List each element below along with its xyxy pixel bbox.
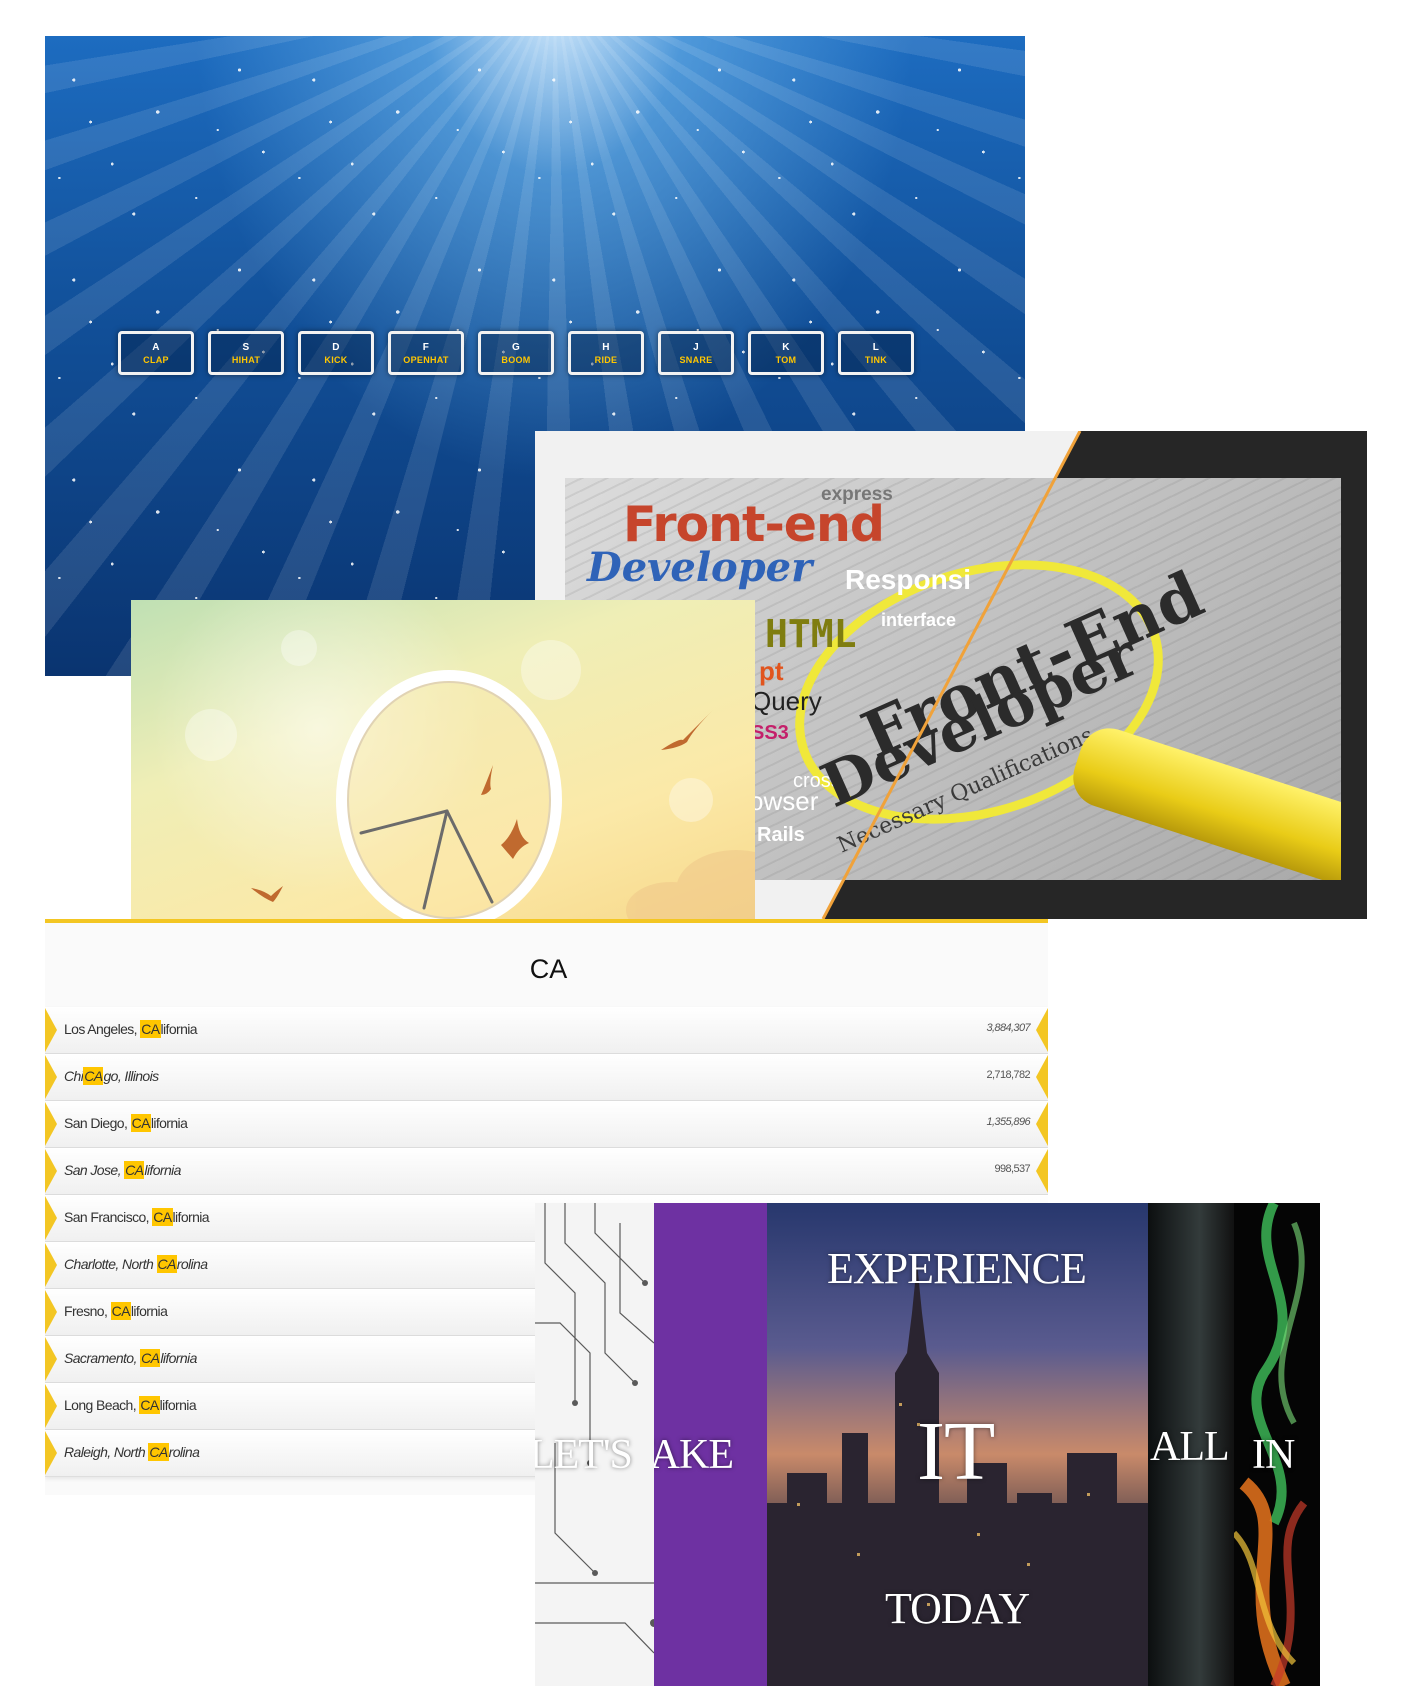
left-fold — [45, 1149, 57, 1193]
right-fold — [1036, 1102, 1048, 1146]
right-fold — [1036, 1149, 1048, 1193]
match-highlight: CA — [140, 1020, 161, 1038]
tree-silhouettes — [626, 850, 755, 922]
panel-word-today: TODAY — [885, 1584, 1030, 1633]
city-name: San Jose, CAlifornia — [64, 1161, 181, 1179]
left-fold — [45, 1337, 57, 1381]
sound-label: BOOM — [501, 354, 531, 365]
population: 1,355,896 — [986, 1116, 1030, 1128]
match-highlight: CA — [130, 1114, 151, 1132]
key-letter: J — [693, 341, 699, 353]
suggestion-item[interactable]: Los Angeles, CAlifornia 3,884,307 — [45, 1007, 1048, 1054]
key-letter: D — [332, 341, 340, 353]
panel-word-experience: EXPERIENCE — [827, 1244, 1087, 1293]
key-letter: K — [782, 341, 790, 353]
right-fold — [1036, 1055, 1048, 1099]
drum-key-kick[interactable]: D KICK — [298, 331, 374, 375]
sound-label: HIHAT — [231, 354, 261, 365]
city-name: Raleigh, North CArolina — [64, 1443, 200, 1461]
key-letter: G — [511, 341, 521, 353]
bird — [251, 886, 283, 902]
drum-key-clap[interactable]: A CLAP — [118, 331, 194, 375]
clock-face — [336, 670, 562, 922]
panel-word-lets: LET'S — [535, 1432, 633, 1478]
panel-smoke[interactable]: IN — [1234, 1203, 1320, 1686]
sound-label: TOM — [775, 354, 797, 365]
key-letter: F — [422, 341, 430, 353]
match-highlight: CA — [110, 1302, 131, 1320]
key-letter: L — [872, 341, 880, 353]
match-highlight: CA — [140, 1349, 161, 1367]
population: 3,884,307 — [986, 1022, 1030, 1034]
match-highlight: CA — [83, 1067, 104, 1085]
drum-key-hihat[interactable]: S HIHAT — [208, 331, 284, 375]
panel-city[interactable]: EXPERIENCE IT TODAY — [767, 1203, 1148, 1686]
panel-word-all: ALL — [1150, 1424, 1230, 1470]
city-name: Sacramento, CAlifornia — [64, 1349, 197, 1367]
suggestion-item[interactable]: San Jose, CAlifornia 998,537 — [45, 1148, 1048, 1195]
population: 2,718,782 — [986, 1069, 1030, 1081]
clock-panel — [131, 600, 755, 922]
search-input[interactable] — [45, 945, 1048, 993]
left-fold — [45, 1196, 57, 1240]
sound-label: TINK — [864, 354, 888, 365]
population: 998,537 — [994, 1163, 1030, 1175]
left-fold — [45, 1431, 57, 1475]
left-fold — [45, 1384, 57, 1428]
panel-word-it: IT — [917, 1405, 995, 1498]
panel-word-stake: STAKE — [654, 1432, 734, 1478]
drum-key-openhat[interactable]: F OPENHAT — [388, 331, 464, 375]
bird — [661, 710, 713, 750]
match-highlight: CA — [148, 1443, 169, 1461]
match-highlight: CA — [156, 1255, 177, 1273]
sound-label: OPENHAT — [403, 354, 449, 365]
panel-circuit[interactable]: LET'S — [535, 1203, 654, 1686]
drum-key-snare[interactable]: J SNARE — [658, 331, 734, 375]
key-letter: A — [152, 341, 160, 353]
drum-keys: A CLAP S HIHAT D KICK F OPENHAT G BOOM H… — [118, 331, 914, 375]
left-fold — [45, 1008, 57, 1052]
city-name: ChiCAgo, Illinois — [64, 1067, 159, 1085]
panel-dark[interactable]: ALL — [1148, 1203, 1234, 1686]
drum-key-tink[interactable]: L TINK — [838, 331, 914, 375]
sound-label: RIDE — [594, 354, 618, 365]
suggestion-item[interactable]: San Diego, CAlifornia 1,355,896 — [45, 1101, 1048, 1148]
flex-panels-gallery: LET'S STAKE EXPERIENCE IT TODAY — [535, 1203, 1320, 1686]
sound-label: SNARE — [679, 354, 713, 365]
left-fold — [45, 1243, 57, 1287]
sound-label: KICK — [324, 354, 348, 365]
drum-key-boom[interactable]: G BOOM — [478, 331, 554, 375]
match-highlight: CA — [124, 1161, 145, 1179]
city-name: San Francisco, CAlifornia — [64, 1208, 210, 1226]
clock-scene — [185, 630, 755, 922]
left-fold — [45, 1055, 57, 1099]
key-letter: H — [602, 341, 610, 353]
suggestion-item[interactable]: ChiCAgo, Illinois 2,718,782 — [45, 1054, 1048, 1101]
city-name: Fresno, CAlifornia — [64, 1302, 168, 1320]
right-fold — [1036, 1008, 1048, 1052]
match-highlight: CA — [139, 1396, 160, 1414]
panel-purple[interactable]: STAKE — [654, 1203, 767, 1686]
left-fold — [45, 1290, 57, 1334]
panel-word-in: IN — [1252, 1432, 1295, 1478]
city-name: Los Angeles, CAlifornia — [64, 1020, 198, 1038]
left-fold — [45, 1102, 57, 1146]
key-letter: S — [242, 341, 250, 353]
city-name: Charlotte, North CArolina — [64, 1255, 208, 1273]
sound-label: CLAP — [143, 354, 169, 365]
city-name: San Diego, CAlifornia — [64, 1114, 188, 1132]
drum-key-tom[interactable]: K TOM — [748, 331, 824, 375]
match-highlight: CA — [152, 1208, 173, 1226]
drum-key-ride[interactable]: H RIDE — [568, 331, 644, 375]
city-name: Long Beach, CAlifornia — [64, 1396, 197, 1414]
